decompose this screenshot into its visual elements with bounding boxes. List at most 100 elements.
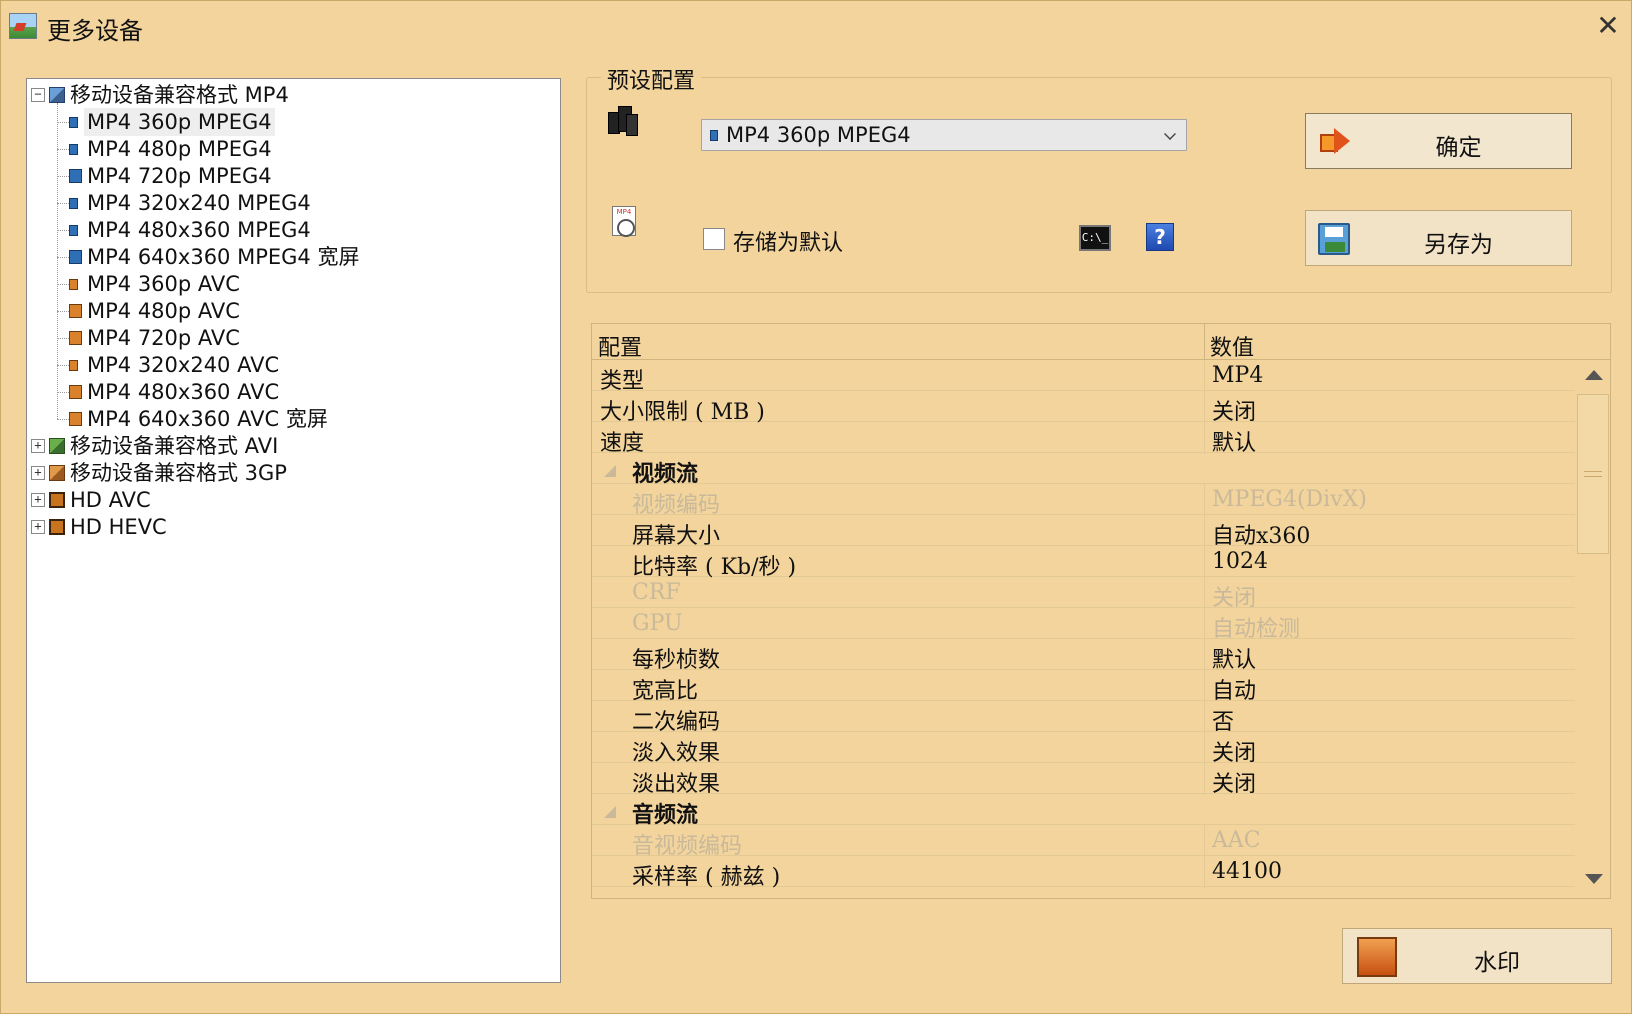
tree-connector [57,257,69,258]
grid-row[interactable]: 采样率 ( 赫兹 ) 44100 [592,856,1575,890]
device-tree[interactable]: − 移动设备兼容格式 MP4 MP4 360p MPEG4 MP4 480p MPEG… [26,78,561,983]
grid-row[interactable]: 宽高比 自动 [592,670,1575,704]
grid-row[interactable]: 淡出效果 关闭 [592,763,1575,797]
preset-dropdown[interactable]: MP4 360p MPEG4 [701,119,1187,151]
collapse-triangle-icon[interactable] [604,806,616,818]
app-picture-icon [9,13,37,39]
grid-row[interactable]: 大小限制 ( MB ) 关闭 [592,391,1575,425]
tree-group-label[interactable]: 移动设备兼容格式 3GP [67,459,290,487]
tree-item-label[interactable]: MP4 480p MPEG4 [84,135,275,163]
help-icon[interactable]: ? [1146,223,1174,251]
mpeg4-format-icon [69,117,78,128]
tree-connector [57,149,69,150]
tree-item-label[interactable]: MP4 320x240 AVC [84,351,282,379]
avc-format-icon [69,360,78,371]
grid-row-key: 采样率 ( 赫兹 ) [632,865,781,890]
grid-row: 视频编码 MPEG4(DivX) [592,484,1575,518]
ok-button-label: 确定 [1435,135,1482,161]
grid-column-divider [1204,608,1205,640]
tree-item-label[interactable]: MP4 720p MPEG4 [84,162,275,190]
collapse-icon[interactable]: − [31,88,45,102]
grid-column-divider [1204,639,1205,671]
tree-item-label[interactable]: MP4 480p AVC [84,297,243,325]
watermark-button[interactable]: 水印 [1342,928,1612,984]
tree-connector [57,176,69,177]
grid-column-divider [1204,577,1205,609]
tree-item-label[interactable]: MP4 640x360 AVC 宽屏 [84,405,331,433]
grid-section-row[interactable]: 视频流 [592,453,1575,487]
mpeg4-format-icon [69,144,78,155]
watermark-button-label: 水印 [1474,950,1520,976]
grid-header-divider[interactable] [1204,324,1205,360]
grid-row[interactable]: 类型 MP4 [592,360,1575,394]
grid-row-value[interactable]: 44100 [1212,859,1282,884]
grid-row[interactable]: 比特率 ( Kb/秒 ) 1024 [592,546,1575,580]
grid-row[interactable]: 速度 默认 [592,422,1575,456]
device-group-icon [49,519,65,535]
device-group-icon [49,438,65,454]
close-icon[interactable]: ✕ [1593,9,1623,43]
scroll-up-icon[interactable] [1585,370,1603,380]
grid-row[interactable]: 淡入效果 关闭 [592,732,1575,766]
grid-column-divider [1204,422,1205,454]
tree-connector [57,230,69,231]
grid-scrollbar[interactable] [1575,360,1610,898]
grid-row[interactable]: 每秒桢数 默认 [592,639,1575,673]
tree-connector [57,338,69,339]
mpeg4-format-icon [69,250,82,264]
expand-icon[interactable]: + [31,466,45,480]
grid-row-value[interactable]: MP4 [1212,363,1263,388]
tree-connector [57,311,69,312]
ok-button[interactable]: 确定 [1305,113,1572,169]
grid-row[interactable]: 二次编码否 [592,701,1575,735]
mpeg4-format-icon [69,225,78,236]
tree-connector [57,122,69,123]
grid-row-value: AAC [1212,828,1261,853]
grid-row-key: GPU [632,611,683,636]
grid-section-row[interactable]: 音频流 [592,794,1575,828]
grid-header-value: 数值 [1210,336,1255,361]
tree-item-label[interactable]: MP4 320x240 MPEG4 [84,189,314,217]
tree-item-label[interactable]: MP4 480x360 AVC [84,378,282,406]
expand-icon[interactable]: + [31,520,45,534]
tree-connector [57,103,58,419]
tree-group-label[interactable]: 移动设备兼容格式 AVI [67,432,281,460]
tree-group-label[interactable]: 移动设备兼容格式 MP4 [67,81,292,109]
tree-item-label[interactable]: MP4 640x360 MPEG4 宽屏 [84,243,362,271]
settings-grid: 配置 数值 类型 MP4 大小限制 ( MB ) 关闭 速度 默认 视频流 视频编码 MPEG4… [591,323,1611,899]
save-as-button-label: 另存为 [1424,232,1493,258]
grid-header: 配置 数值 [592,324,1610,361]
grid-row[interactable]: 屏幕大小 自动x360 [592,515,1575,549]
grid-column-divider [1204,701,1205,733]
tree-connector [57,284,69,285]
grid-column-divider [1204,825,1205,857]
mpeg4-format-icon [69,198,78,209]
save-as-default-checkbox[interactable] [703,228,725,250]
command-prompt-icon[interactable]: C:\_ [1079,225,1111,251]
avc-format-icon [69,279,78,290]
more-devices-window: 更多设备 ✕ − 移动设备兼容格式 MP4 MP4 360p MPEG4 MP4 48… [0,0,1632,1014]
save-as-default-label[interactable]: 存储为默认 [733,225,843,257]
tree-item-label[interactable]: MP4 360p AVC [84,270,243,298]
tree-group-label[interactable]: HD HEVC [67,513,170,541]
scrollbar-thumb[interactable] [1577,394,1609,554]
window-title: 更多设备 [47,17,143,45]
avc-format-icon [69,331,82,345]
save-as-button[interactable]: 另存为 [1305,210,1572,266]
tree-group-label[interactable]: HD AVC [67,486,154,514]
grid-column-divider [1204,763,1205,795]
grid-column-divider [1204,670,1205,702]
tree-item-label[interactable]: MP4 720p AVC [84,324,243,352]
tree-item-label[interactable]: MP4 360p MPEG4 [84,108,275,136]
expand-icon[interactable]: + [31,493,45,507]
grid-column-divider [1204,360,1205,392]
grid-column-divider [1204,484,1205,516]
grid-row-value[interactable]: 1024 [1212,549,1268,574]
tree-item-label[interactable]: MP4 480x360 MPEG4 [84,216,314,244]
mobile-devices-icon [608,106,638,138]
expand-icon[interactable]: + [31,439,45,453]
scroll-down-icon[interactable] [1585,874,1603,884]
avc-format-icon [69,304,82,318]
device-group-icon [49,492,65,508]
collapse-triangle-icon[interactable] [604,465,616,477]
